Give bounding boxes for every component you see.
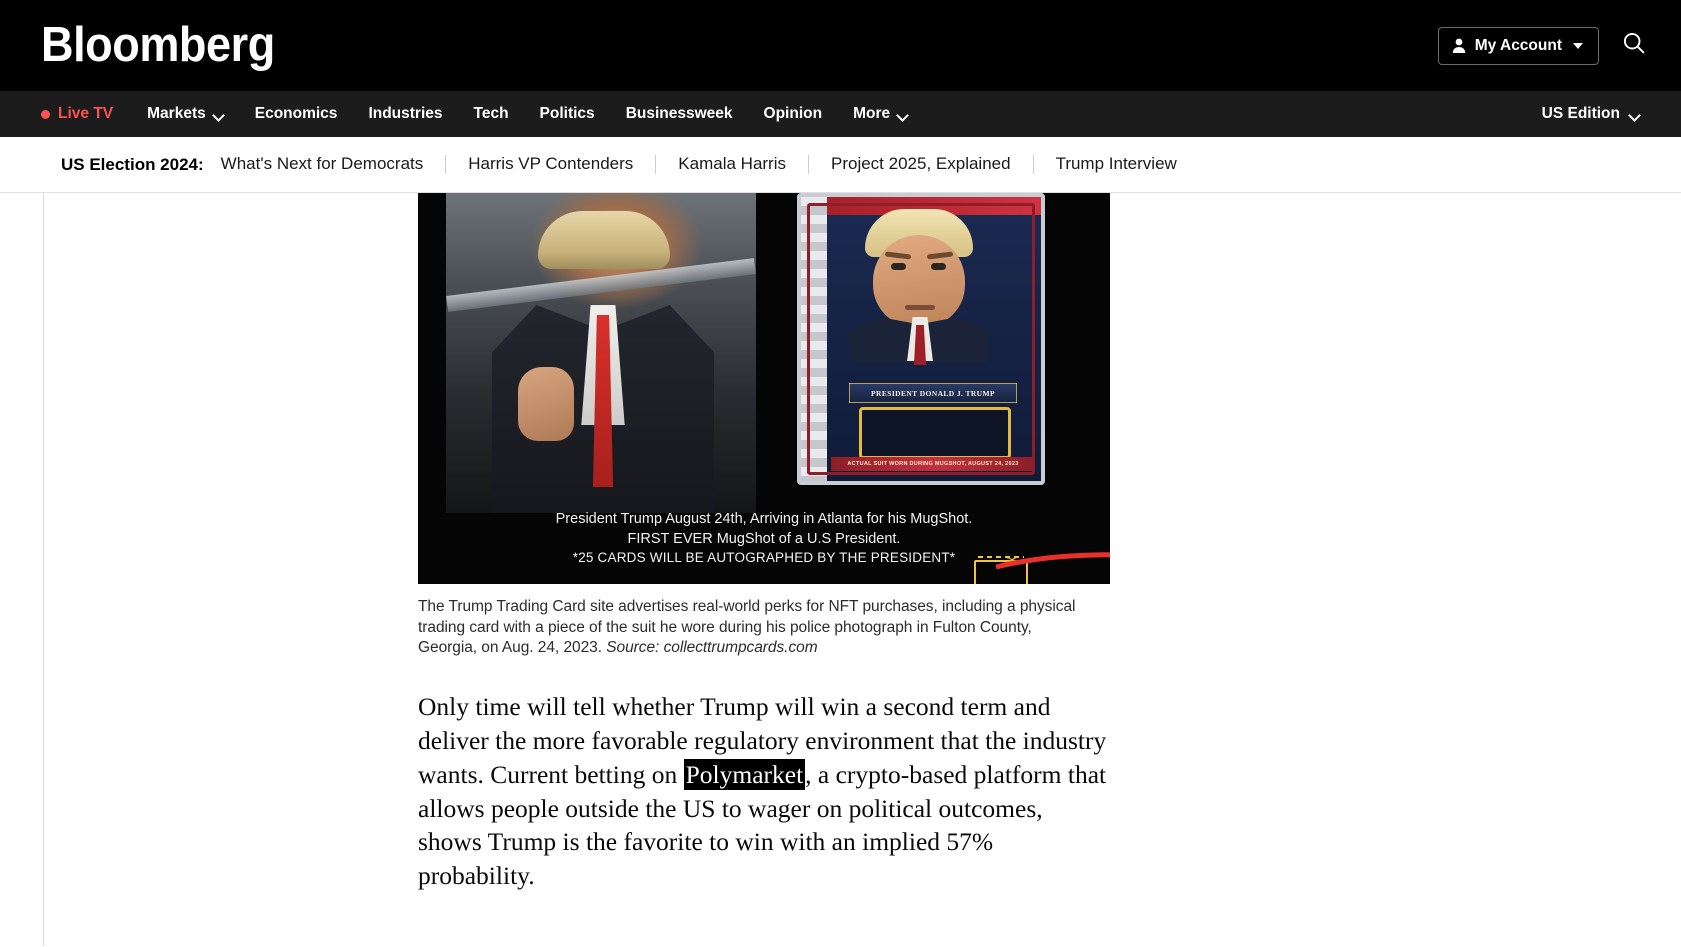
chevron-down-icon xyxy=(213,111,224,118)
nav-item-opinion[interactable]: Opinion xyxy=(764,105,823,123)
election-link-whats-next[interactable]: What's Next for Democrats xyxy=(221,154,446,174)
masthead: Bloomberg My Account xyxy=(0,0,1681,91)
election-link-list: What's Next for Democrats Harris VP Cont… xyxy=(221,154,1199,174)
live-dot-icon xyxy=(41,109,50,119)
nav-label-tech: Tech xyxy=(473,105,509,122)
figure-caption-source: Source: collecttrumpcards.com xyxy=(606,639,818,657)
card-nameplate: PRESIDENT DONALD J. TRUMP xyxy=(849,383,1017,403)
election-link-kamala-harris[interactable]: Kamala Harris xyxy=(655,154,808,174)
nav-label-industries: Industries xyxy=(368,105,443,122)
my-account-button[interactable]: My Account xyxy=(1437,26,1599,65)
edition-selector[interactable]: US Edition xyxy=(1542,105,1640,123)
scissors-icon: ✂ xyxy=(1006,552,1019,569)
article-paragraph: Only time will tell whether Trump will w… xyxy=(418,690,1110,893)
card-nameplate-text: PRESIDENT DONALD J. TRUMP xyxy=(871,388,995,398)
photo-thumbs-up-hand xyxy=(518,367,574,441)
election-link-project-2025[interactable]: Project 2025, Explained xyxy=(808,154,1033,174)
nav-item-markets[interactable]: Markets xyxy=(147,105,224,123)
trump-trading-card: PRESIDENT DONALD J. TRUMP ACTUAL SUIT WO… xyxy=(797,193,1045,485)
article-figure-image: PRESIDENT DONALD J. TRUMP ACTUAL SUIT WO… xyxy=(418,193,1110,584)
suit-cut-box-annotation xyxy=(974,560,1028,584)
nav-label-markets: Markets xyxy=(147,105,206,122)
edition-label: US Edition xyxy=(1541,105,1620,122)
main-navigation: Live TV Markets Economics Industries Tec… xyxy=(0,91,1681,137)
nav-item-tech[interactable]: Tech xyxy=(474,105,509,123)
photo-overlay-line-2: FIRST EVER MugShot of a U.S President. xyxy=(627,531,901,548)
nav-item-list: Live TV Markets Economics Industries Tec… xyxy=(41,105,908,123)
photo-overlay-line-1: President Trump August 24th, Arriving in… xyxy=(555,511,973,528)
nav-label-politics: Politics xyxy=(539,105,595,122)
bloomberg-logo[interactable]: Bloomberg xyxy=(41,21,275,70)
selected-text-polymarket[interactable]: Polymarket xyxy=(683,758,806,790)
card-head xyxy=(873,235,965,327)
nav-item-live-tv[interactable]: Live TV xyxy=(41,105,113,123)
election-bar-title: US Election 2024: xyxy=(61,154,204,174)
card-suit-swatch-window xyxy=(859,407,1011,459)
nav-label-more: More xyxy=(853,105,891,122)
figure-caption: The Trump Trading Card site advertises r… xyxy=(418,597,1083,659)
nav-label-opinion: Opinion xyxy=(763,105,823,122)
article-canvas: PRESIDENT DONALD J. TRUMP ACTUAL SUIT WO… xyxy=(0,193,1681,946)
search-button[interactable] xyxy=(1617,29,1651,63)
election-topic-bar: US Election 2024: What's Next for Democr… xyxy=(0,137,1681,193)
masthead-actions: My Account xyxy=(1437,0,1651,91)
card-mouth xyxy=(905,305,935,310)
person-icon xyxy=(1452,38,1466,53)
card-mugshot-portrait xyxy=(843,209,993,365)
card-footer-text: ACTUAL SUIT WORN DURING MUGSHOT, AUGUST … xyxy=(847,461,1019,467)
chevron-down-icon xyxy=(897,111,908,118)
chevron-down-icon xyxy=(1629,111,1640,118)
left-rail-divider xyxy=(43,193,44,946)
nav-label-live-tv: Live TV xyxy=(58,105,114,122)
election-link-trump-interview[interactable]: Trump Interview xyxy=(1032,154,1199,174)
nav-item-politics[interactable]: Politics xyxy=(540,105,595,123)
trump-photograph xyxy=(446,193,756,513)
chevron-down-icon xyxy=(1573,42,1583,49)
nav-item-industries[interactable]: Industries xyxy=(368,105,442,123)
nav-item-more[interactable]: More xyxy=(853,105,908,123)
card-footer-bar: ACTUAL SUIT WORN DURING MUGSHOT, AUGUST … xyxy=(831,457,1035,471)
card-eye-right xyxy=(931,263,946,270)
election-link-harris-vp[interactable]: Harris VP Contenders xyxy=(445,154,655,174)
photo-hair xyxy=(538,211,670,269)
nav-item-economics[interactable]: Economics xyxy=(255,105,338,123)
my-account-label: My Account xyxy=(1474,36,1562,54)
search-icon xyxy=(1622,31,1646,60)
nav-label-businessweek: Businessweek xyxy=(625,105,733,122)
card-eye-left xyxy=(891,263,906,270)
article-body: PRESIDENT DONALD J. TRUMP ACTUAL SUIT WO… xyxy=(418,193,1110,893)
nav-item-businessweek[interactable]: Businessweek xyxy=(626,105,733,123)
nav-label-economics: Economics xyxy=(254,105,338,122)
